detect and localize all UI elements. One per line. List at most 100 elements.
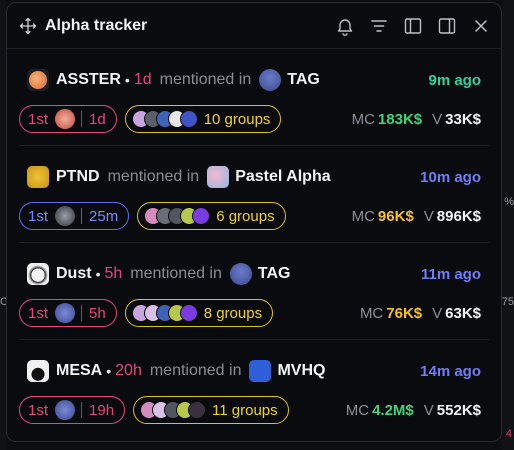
drag-move-icon[interactable] [19,17,37,35]
groups-count: 11 groups [212,401,278,419]
metrics: MC 183K$ V 33K$ [352,111,481,128]
time-ago: 9m ago [428,71,481,89]
time-ago: 10m ago [420,168,481,186]
background-text: % [504,196,514,208]
group-avatar [249,360,272,382]
rank-pill[interactable]: 1st 5h [19,299,117,327]
market-cap-label: MC [351,207,375,225]
rank-label: 1st [28,304,49,322]
alert-list: ASSTER • 1d mentioned in TAG 9m ago 1st … [7,49,501,437]
background-text: 75 [501,296,514,308]
metrics: MC 76K$ V 63K$ [360,305,481,322]
token-avatar [27,69,49,91]
divider [81,402,83,418]
mention-text: mentioned in [149,362,242,379]
group-name[interactable]: TAG [258,265,291,283]
first-call-age: 1d [89,110,106,128]
first-call-age: 5h [89,304,106,322]
mention-text: mentioned in [107,168,200,185]
group-avatar-stack [144,207,211,225]
panel-title: Alpha tracker [45,16,148,34]
divider [81,111,83,127]
groups-pill[interactable]: 11 groups [133,396,289,424]
time-ago: 14m ago [420,362,481,380]
background-edge-right [502,0,514,450]
rank-pill[interactable]: 1st 25m [19,202,130,230]
list-item[interactable]: Dust • 5h mentioned in TAG 11m ago 1st 5… [19,243,489,340]
panel-header: Alpha tracker [7,3,501,49]
groups-count: 8 groups [203,304,263,322]
token-age: 1d [133,71,152,88]
caller-avatar [55,400,76,420]
rank-label: 1st [28,401,49,419]
rank-pill[interactable]: 1st 19h [19,396,126,424]
list-item[interactable]: MESA • 20h mentioned in MVHQ 14m ago 1st… [19,340,489,437]
alpha-tracker-panel: Alpha tracker ASSTER • 1d mentioned in T… [6,2,502,442]
close-icon[interactable] [471,16,491,36]
group-name[interactable]: TAG [287,71,320,89]
rank-pill[interactable]: 1st 1d [19,105,117,133]
group-avatar-stack [131,304,198,322]
first-call-age: 19h [89,401,115,419]
group-avatar [229,263,252,285]
separator-dot: • [95,266,101,282]
rank-label: 1st [28,110,49,128]
first-call-age: 25m [89,207,119,225]
groups-pill[interactable]: 8 groups [124,299,274,327]
volume-value: 896K$ [436,207,481,225]
groups-count: 10 groups [203,110,271,128]
market-cap-value: 96K$ [377,207,414,225]
volume-value: 552K$ [436,401,481,419]
divider [81,208,83,224]
market-cap-value: 4.2M$ [372,401,414,419]
divider [81,305,83,321]
volume-label: V [423,207,434,225]
separator-dot: • [106,363,112,379]
market-cap-value: 183K$ [377,110,423,128]
caller-avatar [55,109,76,129]
token-age: 5h [104,265,123,282]
list-item[interactable]: PTND mentioned in Pastel Alpha 10m ago 1… [19,146,489,243]
caller-avatar [55,303,76,323]
volume-label: V [432,110,443,128]
token-avatar [27,166,49,188]
metrics: MC 96K$ V 896K$ [352,208,481,225]
market-cap-label: MC [351,110,375,128]
sidebar-right-icon[interactable] [437,16,457,36]
token-age: 20h [115,362,142,379]
market-cap-value: 76K$ [386,304,423,322]
background-text: 4 [505,428,512,440]
groups-count: 6 groups [216,207,275,225]
sidebar-left-icon[interactable] [403,16,423,36]
time-ago: 11m ago [420,265,481,283]
group-avatar [259,69,282,91]
group-avatar-stack [140,401,207,419]
separator-dot: • [124,72,130,88]
group-name[interactable]: MVHQ [277,362,325,380]
group-avatar [207,166,230,188]
token-name[interactable]: MESA [56,362,102,380]
token-name[interactable]: PTND [56,168,100,186]
token-name[interactable]: Dust [56,265,92,283]
filter-icon[interactable] [369,16,389,36]
mention-text: mentioned in [159,71,252,88]
list-item[interactable]: ASSTER • 1d mentioned in TAG 9m ago 1st … [19,49,489,146]
token-name[interactable]: ASSTER [56,71,121,89]
group-avatar-stack [131,110,198,128]
group-name[interactable]: Pastel Alpha [235,168,330,186]
token-avatar [27,263,49,285]
volume-label: V [423,401,434,419]
caller-avatar [55,206,76,226]
mention-text: mentioned in [130,265,222,282]
groups-pill[interactable]: 10 groups [124,105,282,133]
market-cap-label: MC [345,401,370,419]
volume-label: V [432,304,443,322]
market-cap-label: MC [359,304,384,322]
volume-value: 63K$ [445,304,481,322]
bell-icon[interactable] [335,16,355,36]
groups-pill[interactable]: 6 groups [137,202,286,230]
volume-value: 33K$ [445,110,481,128]
token-avatar [27,360,49,382]
metrics: MC 4.2M$ V 552K$ [346,402,481,419]
rank-label: 1st [28,207,49,225]
